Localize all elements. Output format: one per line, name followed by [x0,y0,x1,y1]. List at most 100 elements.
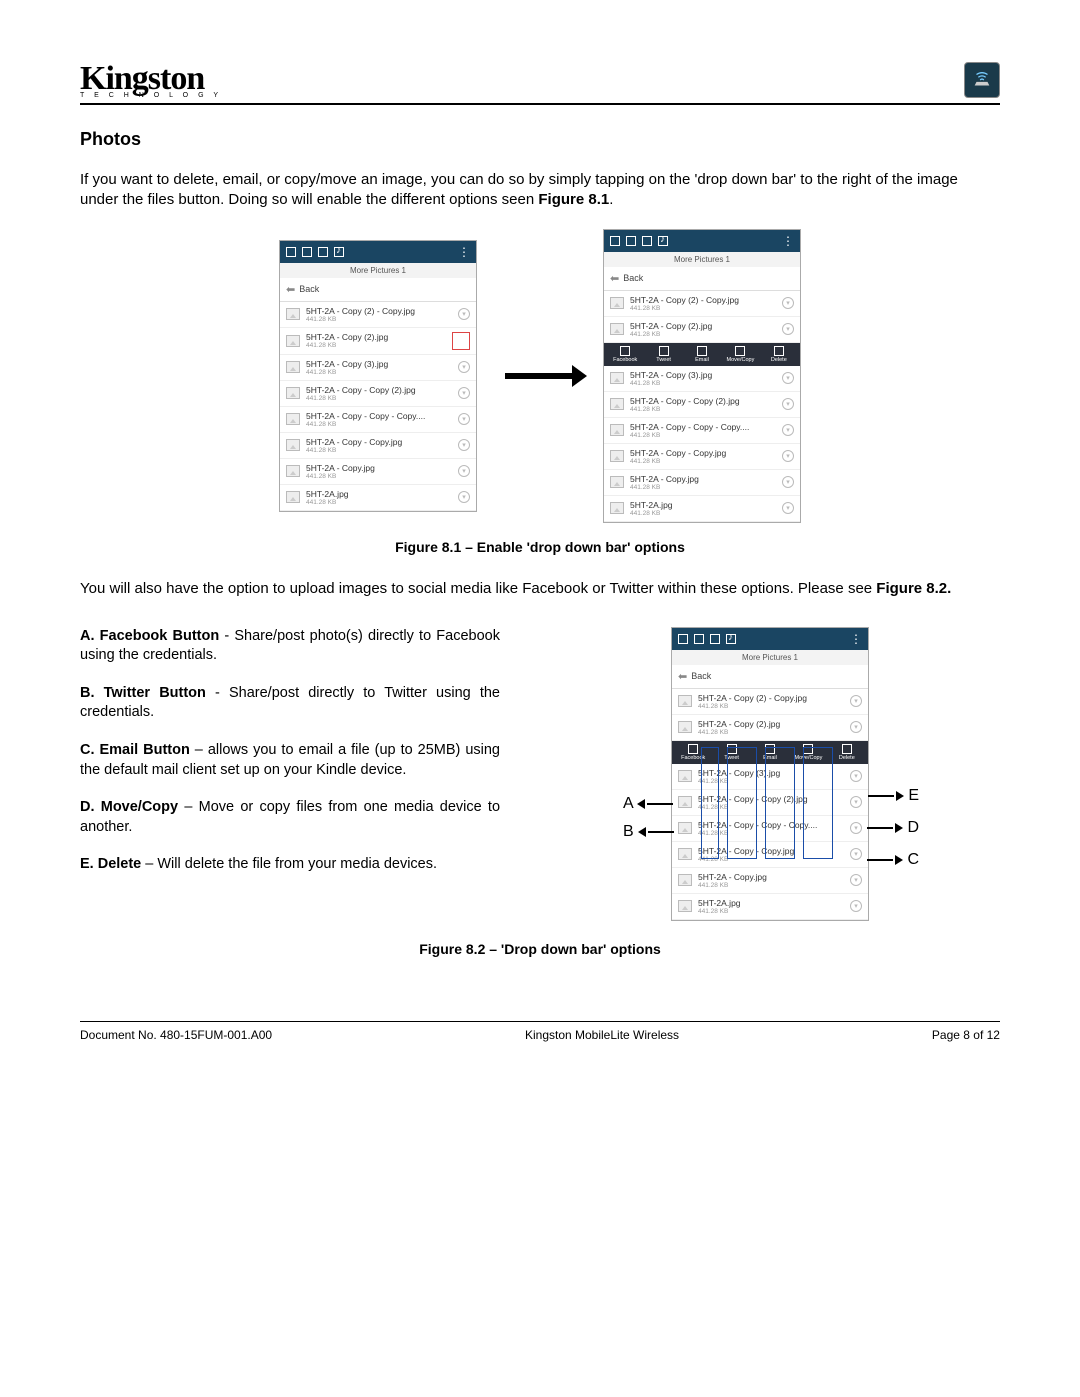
chevron-down-icon[interactable]: ▾ [458,439,470,451]
annot-d-label: D [907,819,919,836]
chevron-down-icon[interactable]: ▾ [458,387,470,399]
photo-icon [626,236,636,246]
file-size: 441.28 KB [306,369,452,376]
list-item[interactable]: 5HT-2A - Copy (2) - Copy.jpg 441.28 KB ▾ [672,689,868,715]
chevron-down-icon[interactable]: ▾ [850,848,862,860]
list-item[interactable]: 5HT-2A - Copy (3).jpg 441.28 KB ▾ [280,355,476,381]
annot-b: B [623,823,674,841]
option-c: C. Email Button – allows you to email a … [80,741,500,780]
list-item[interactable]: 5HT-2A - Copy.jpg 441.28 KB ▾ [280,459,476,485]
overlay-col-a [701,747,719,859]
chevron-down-icon[interactable]: ▾ [850,900,862,912]
file-name: 5HT-2A - Copy (2) - Copy.jpg [306,306,452,316]
list-item[interactable]: 5HT-2A - Copy (3).jpg 441.28 KB ▾ [604,366,800,392]
para2: You will also have the option to upload … [80,579,1000,599]
thumb-icon [678,874,692,886]
chevron-down-icon[interactable]: ▾ [458,465,470,477]
thumb-icon [678,721,692,733]
phone-screenshot: ⋮ More Pictures 1 ⬅ Back 5HT-2A - Copy (… [279,240,477,512]
thumb-icon [610,450,624,462]
chevron-down-icon[interactable]: ▾ [782,424,794,436]
chevron-down-icon[interactable]: ▾ [458,491,470,503]
file-name: 5HT-2A - Copy - Copy (2).jpg [306,385,452,395]
back-arrow-icon: ⬅ [610,272,619,285]
app-icon [964,62,1000,98]
file-size: 441.28 KB [306,447,452,454]
chevron-down-icon[interactable]: ▾ [458,361,470,373]
file-info: 5HT-2A - Copy (2) - Copy.jpg 441.28 KB [698,693,844,710]
back-button[interactable]: ⬅ Back [280,278,476,302]
phone-topbar: ⋮ [672,628,868,650]
doc-icon [610,236,620,246]
music-icon [334,247,344,257]
list-item[interactable]: 5HT-2A.jpg 441.28 KB ▾ [280,485,476,511]
file-name: 5HT-2A.jpg [698,898,844,908]
list-item[interactable]: 5HT-2A - Copy.jpg 441.28 KB ▾ [672,868,868,894]
chevron-down-icon[interactable]: ▾ [850,796,862,808]
chevron-down-icon[interactable]: ▾ [850,770,862,782]
chevron-down-icon[interactable]: ▾ [850,721,862,733]
page-number: Page 8 of 12 [932,1028,1000,1042]
chevron-down-icon[interactable]: ▾ [458,308,470,320]
phone-topbar: ⋮ [604,230,800,252]
chevron-down-icon[interactable]: ▾ [782,502,794,514]
chevron-down-icon[interactable]: ▾ [850,695,862,707]
annot-a-label: A [623,795,633,812]
chevron-down-icon[interactable]: ▾ [782,450,794,462]
chevron-down-icon[interactable]: ▾ [850,822,862,834]
file-size: 441.28 KB [630,406,776,413]
chevron-down-icon[interactable]: ▾ [782,476,794,488]
back-label: Back [623,273,643,283]
file-info: 5HT-2A.jpg 441.28 KB [306,489,452,506]
action-movecopy[interactable]: Move/Copy [721,346,759,363]
video-icon [318,247,328,257]
back-button[interactable]: ⬅ Back [672,665,868,689]
annot-c-label: C [907,851,919,868]
chevron-down-icon[interactable]: ▾ [782,398,794,410]
chevron-down-icon[interactable]: ▾ [782,323,794,335]
list-item[interactable]: 5HT-2A.jpg 441.28 KB ▾ [672,894,868,920]
file-name: 5HT-2A.jpg [630,500,776,510]
file-size: 441.28 KB [306,499,452,506]
chevron-down-icon[interactable]: ▾ [782,297,794,309]
list-item[interactable]: 5HT-2A - Copy - Copy (2).jpg 441.28 KB ▾ [604,392,800,418]
arrow-icon [505,373,575,379]
chevron-down-icon[interactable]: ▾ [850,874,862,886]
logo-subtext: T E C H N O L O G Y [80,92,222,99]
file-size: 441.28 KB [306,342,446,349]
figure-8-2-caption: Figure 8.2 – 'Drop down bar' options [80,941,1000,957]
back-label: Back [691,671,711,681]
list-item[interactable]: 5HT-2A - Copy (2).jpg 441.28 KB ▾ [672,715,868,741]
file-name: 5HT-2A - Copy (2).jpg [630,321,776,331]
section-title: Photos [80,129,1000,150]
opt-b-title: B. Twitter Button [80,685,206,701]
chevron-down-icon[interactable]: ▾ [458,413,470,425]
list-item[interactable]: 5HT-2A - Copy - Copy.jpg 441.28 KB ▾ [604,444,800,470]
action-facebook[interactable]: Facebook [606,346,644,363]
action-tweet[interactable]: Tweet [644,346,682,363]
back-label: Back [299,284,319,294]
list-item[interactable]: 5HT-2A - Copy (2).jpg 441.28 KB [280,328,476,355]
menu-icon: ⋮ [458,245,470,259]
list-item[interactable]: 5HT-2A - Copy - Copy - Copy.... 441.28 K… [604,418,800,444]
action-email[interactable]: Email [683,346,721,363]
overlay-col-c [765,747,795,859]
back-button[interactable]: ⬅ Back [604,267,800,291]
overlay-col-d [803,747,833,859]
list-item[interactable]: 5HT-2A - Copy - Copy (2).jpg 441.28 KB ▾ [280,381,476,407]
list-item[interactable]: 5HT-2A - Copy (2) - Copy.jpg 441.28 KB ▾ [280,302,476,328]
list-item[interactable]: 5HT-2A.jpg 441.28 KB ▾ [604,496,800,522]
list-item[interactable]: 5HT-2A - Copy - Copy.jpg 441.28 KB ▾ [280,433,476,459]
footer-center: Kingston MobileLite Wireless [525,1028,679,1042]
action-delete[interactable]: Delete [760,346,798,363]
list-item[interactable]: 5HT-2A - Copy - Copy - Copy.... 441.28 K… [280,407,476,433]
chevron-down-icon[interactable]: ▾ [782,372,794,384]
action-delete[interactable]: Delete [828,744,866,761]
thumb-icon [678,796,692,808]
list-item[interactable]: 5HT-2A - Copy (2) - Copy.jpg 441.28 KB ▾ [604,291,800,317]
thumb-icon [678,848,692,860]
file-size: 441.28 KB [630,305,776,312]
list-item[interactable]: 5HT-2A - Copy.jpg 441.28 KB ▾ [604,470,800,496]
list-item[interactable]: 5HT-2A - Copy (2).jpg 441.28 KB ▾ [604,317,800,343]
file-size: 441.28 KB [630,458,776,465]
